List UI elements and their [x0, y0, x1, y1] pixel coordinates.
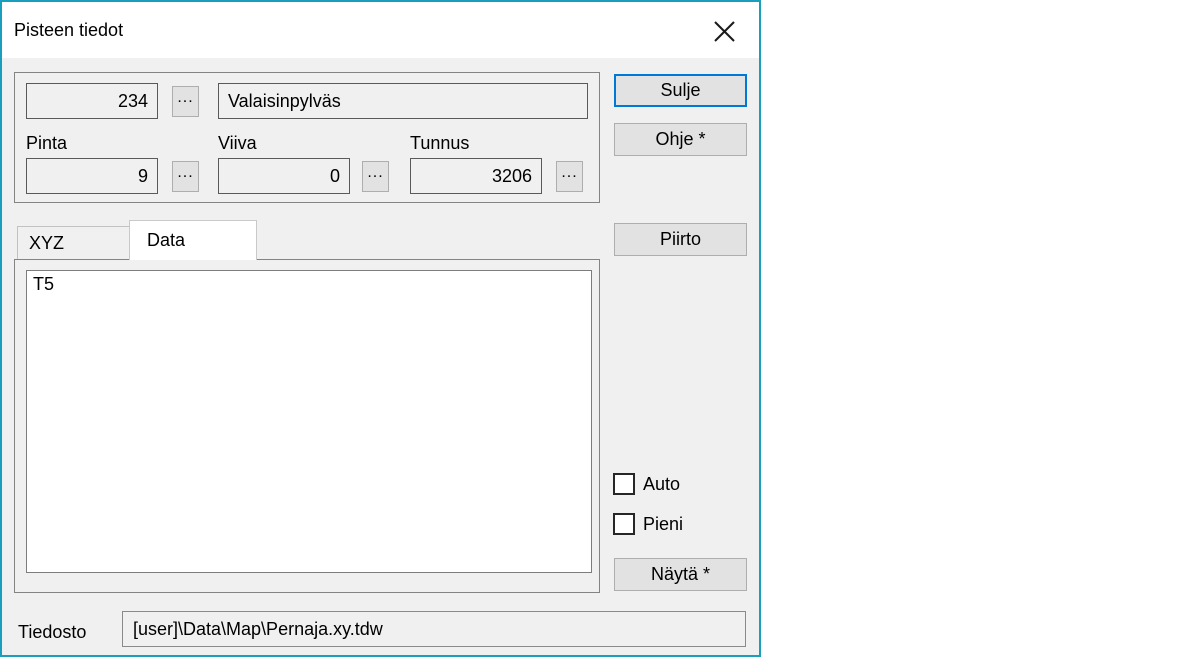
pisteen-tiedot-dialog: Pisteen tiedot 234 ... Valaisinpylväs Pi… — [0, 0, 761, 657]
data-text-area[interactable]: T5 — [26, 270, 592, 573]
piirto-button[interactable]: Piirto — [614, 223, 747, 256]
viiva-browse-button[interactable]: ... — [362, 161, 389, 192]
pinta-label: Pinta — [26, 133, 67, 154]
pinta-field: 9 — [26, 158, 158, 194]
tab-data[interactable]: Data — [129, 220, 257, 260]
close-icon — [713, 20, 736, 43]
title-bar[interactable]: Pisteen tiedot — [2, 2, 759, 58]
pinta-browse-button[interactable]: ... — [172, 161, 199, 192]
pieni-checkbox[interactable] — [613, 513, 635, 535]
nayta-button[interactable]: Näytä * — [614, 558, 747, 591]
sulje-button[interactable]: Sulje — [614, 74, 747, 107]
code-name-field: Valaisinpylväs — [218, 83, 588, 119]
close-button[interactable] — [704, 14, 744, 48]
code-number-field: 234 — [26, 83, 158, 119]
window-title: Pisteen tiedot — [14, 2, 123, 58]
tunnus-label: Tunnus — [410, 133, 469, 154]
viiva-field: 0 — [218, 158, 350, 194]
auto-checkbox-label[interactable]: Auto — [643, 474, 680, 495]
ohje-button[interactable]: Ohje * — [614, 123, 747, 156]
viiva-label: Viiva — [218, 133, 257, 154]
code-browse-button[interactable]: ... — [172, 86, 199, 117]
file-path-field: [user]\Data\Map\Pernaja.xy.tdw — [122, 611, 746, 647]
tab-xyz[interactable]: XYZ — [17, 226, 130, 259]
auto-checkbox[interactable] — [613, 473, 635, 495]
tunnus-browse-button[interactable]: ... — [556, 161, 583, 192]
tunnus-field: 3206 — [410, 158, 542, 194]
pieni-checkbox-label[interactable]: Pieni — [643, 514, 683, 535]
tiedosto-label: Tiedosto — [18, 622, 86, 643]
